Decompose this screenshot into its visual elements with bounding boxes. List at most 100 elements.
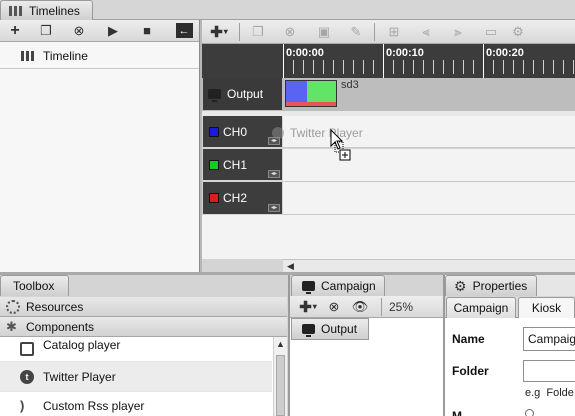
ruler-tick-label: 0:00:00 [286,47,324,59]
grid-icon [9,5,23,16]
timeline-horizontal-scrollbar[interactable]: ◀ [283,259,575,272]
subtab-label: Kiosk [531,301,562,315]
components-scrollbar[interactable]: ▲ [273,337,287,416]
remove-icon[interactable]: ⊗ [273,20,307,43]
add-dropdown-icon[interactable]: ✚ ▾ [202,20,236,43]
output-track-name: Output [227,87,264,101]
toolbar-separator [381,297,382,316]
delete-icon[interactable]: ▣ [307,20,341,43]
tab-properties-label: Properties [472,279,528,293]
tab-timelines-label: Timelines [29,3,80,18]
channel-track-label[interactable]: CH1 ◂▸ [203,149,282,180]
subtab-kiosk[interactable]: Kiosk [518,297,575,318]
channel-track-label[interactable]: CH2 ◂▸ [203,182,282,214]
settings-icon[interactable]: ⚙ [508,20,528,43]
gear-icon: ⚙ [454,277,467,294]
ruler-minor-ticks [283,60,575,74]
catalog-icon [20,342,34,356]
list-item-catalog-player[interactable]: Catalog player [0,337,272,362]
zoom-level[interactable]: 25% [385,296,417,317]
monitor-icon [208,89,221,102]
stop-icon[interactable]: ■ [130,20,164,41]
eye-icon[interactable]: 👁 [342,296,378,317]
name-field[interactable]: Campaig [523,327,575,351]
name-label: Name [452,332,485,346]
copy-icon[interactable]: ❐ [243,20,273,43]
tab-campaign[interactable]: Campaign [291,275,385,296]
toolbar-separator [239,22,240,41]
timeline-list-item-label: Timeline [43,49,88,63]
channel-name: CH0 [223,124,248,139]
play-icon[interactable]: ▶ [96,20,130,41]
toolbox-section-label: Resources [26,299,84,314]
timeline-editor-toolbar: ✚ ▾ ❐ ⊗ ▣ ✎ ⊞ ⫷ ⫸ ▭ ⚙ [202,20,575,44]
expand-icon[interactable]: ▭ [474,20,508,43]
output-block-underline [286,102,336,106]
output-block-segment [307,81,336,102]
toolbox-section-components[interactable]: ✱ Components [0,317,287,337]
channel-name: CH1 [223,157,248,172]
channel-color-swatch [209,126,219,137]
campaign-output-item[interactable]: Output [291,318,369,340]
campaign-output-label: Output [321,322,358,336]
edit-icon[interactable]: ✎ [341,20,371,43]
list-item-twitter-player[interactable]: t Twitter Player [0,362,272,392]
drag-cursor-icon [330,129,351,161]
remove-icon[interactable]: ⊗ [62,20,96,41]
remove-icon[interactable]: ⊗ [326,296,342,317]
tab-properties[interactable]: ⚙ Properties [445,275,537,296]
align-right-icon[interactable]: ⫸ [442,20,474,43]
timeline-list-item[interactable]: Timeline [0,44,199,69]
monitor-icon [302,281,315,294]
split-add-icon[interactable]: ⊞ [378,20,410,43]
timeline-icon [21,51,35,61]
channel-track-label[interactable]: CH0 ◂▸ [203,116,282,147]
mode-radio[interactable] [525,409,534,416]
channel-name: CH2 [223,191,248,205]
list-item-label: Catalog player [43,338,121,352]
tab-campaign-label: Campaign [321,279,376,293]
expand-track-icon[interactable]: ◂▸ [268,170,280,178]
empty-timeline-area [202,215,575,259]
scrollbar-thumb[interactable] [276,355,285,416]
components-list: Catalog player t Twitter Player ) Custom… [0,337,287,416]
align-left-icon[interactable]: ⫷ [410,20,442,43]
ruler-major-tick [283,44,284,78]
channel-lane[interactable] [283,182,575,215]
ruler-tick-label: 0:00:20 [486,47,524,59]
toolbox-section-resources[interactable]: Resources [0,297,287,317]
tab-toolbox[interactable]: Toolbox [0,275,69,296]
mode-label: M [452,409,462,416]
copy-icon[interactable]: ❐ [30,20,62,41]
timeline-list: Timeline [0,42,199,272]
add-dropdown-icon[interactable]: ✚ ▾ [290,296,326,317]
scroll-up-icon[interactable]: ▲ [276,339,285,349]
rss-icon: ) [20,397,25,413]
ruler-major-tick [483,44,484,78]
toolbox-section-label: Components [26,319,95,334]
list-item-label: Twitter Player [43,369,116,384]
collapse-arrow-icon[interactable]: ← [174,20,194,41]
subtab-label: Campaign [453,301,509,315]
monitor-icon [302,324,315,337]
output-block-segment [286,81,307,102]
tab-timelines[interactable]: Timelines [0,0,93,20]
list-item-custom-rss-player[interactable]: ) Custom Rss player [0,392,272,416]
scroll-left-icon[interactable]: ◀ [287,261,294,272]
folder-hint: e.g Folde [525,387,574,399]
campaign-toolbar: ✚ ▾ ⊗ 👁 25% [290,296,443,318]
timeline-list-toolbar: + ❐ ⊗ ▶ ■ ← [0,20,199,42]
channel-color-swatch [209,159,219,170]
twitter-icon [272,127,284,139]
toolbar-separator [374,22,375,41]
output-track-label[interactable]: Output [203,78,282,110]
channel-lane[interactable] [283,149,575,182]
subtab-campaign[interactable]: Campaign [446,297,516,318]
plus-icon[interactable]: + [0,20,30,41]
output-block[interactable] [285,80,337,107]
folder-field[interactable] [523,360,575,382]
expand-track-icon[interactable]: ◂▸ [268,204,280,212]
ruler-tick-label: 0:00:10 [386,47,424,59]
tab-toolbox-label: Toolbox [13,279,55,293]
ruler-major-tick [383,44,384,78]
